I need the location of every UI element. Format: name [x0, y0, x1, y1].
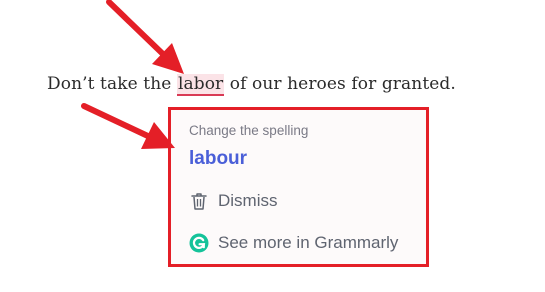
trash-icon	[189, 191, 209, 211]
suggestion-popup: Change the spelling labour Dismiss See m…	[168, 107, 429, 267]
dismiss-label: Dismiss	[218, 191, 278, 210]
sentence-before: Don’t take the	[47, 74, 177, 94]
popup-header: Change the spelling	[189, 123, 309, 138]
flagged-word[interactable]: labor	[176, 74, 225, 96]
sentence-text: Don’t take the labor of our heroes for g…	[47, 74, 456, 96]
arrow-annotation-icon	[106, 0, 184, 74]
suggestion-button[interactable]: labour	[189, 148, 247, 170]
see-more-label: See more in Grammarly	[218, 233, 399, 252]
arrow-annotation-icon	[81, 103, 175, 149]
dismiss-button[interactable]: Dismiss	[189, 191, 278, 211]
grammarly-logo-icon	[189, 233, 209, 253]
see-more-button[interactable]: See more in Grammarly	[189, 233, 398, 253]
sentence-after: of our heroes for granted.	[224, 74, 456, 94]
